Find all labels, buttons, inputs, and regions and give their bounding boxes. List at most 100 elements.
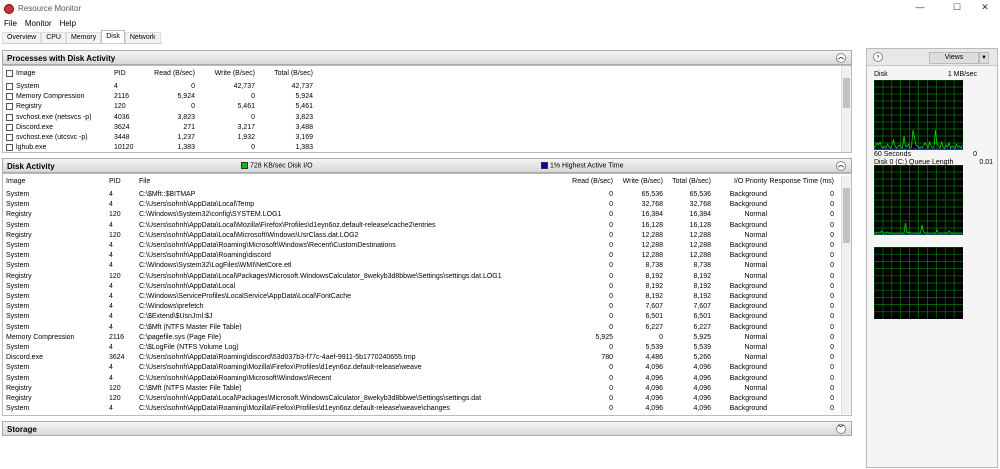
time-label: 60 Seconds: [874, 151, 911, 158]
tab-overview[interactable]: Overview: [2, 32, 42, 43]
row-checkbox[interactable]: [6, 83, 13, 90]
col-io-priority[interactable]: I/O Priority: [715, 177, 767, 187]
cell-image: System: [6, 344, 30, 351]
table-row[interactable]: Registry 120 0 5,461 5,461: [3, 102, 843, 112]
col-response-time[interactable]: Response Time (ms): [769, 177, 834, 187]
tab-disk[interactable]: Disk: [101, 30, 125, 43]
cell-file: C:\Users\sohnh\AppData\Roaming\Mozilla\F…: [139, 364, 422, 372]
table-row[interactable]: System 4 C:\Windows\prefetch 0 7,607 7,607 Bac…: [3, 302, 843, 312]
table-row[interactable]: System 4 C:\Windows\ServiceProfiles\LocalS…: [3, 292, 843, 302]
scrollbar[interactable]: [841, 66, 851, 152]
cell-file: C:\Users\sohnh\AppData\Roaming\Mozilla\F…: [139, 405, 450, 413]
cell-image: Discord.exe: [16, 123, 53, 131]
views-dropdown-icon[interactable]: ▼: [979, 52, 989, 64]
cell-read: 0: [609, 231, 613, 239]
disk-activity-section-header[interactable]: Disk Activity 728 KB/sec Disk I/O 1% Hig…: [2, 158, 852, 173]
col-write[interactable]: Write (B/sec): [203, 69, 255, 79]
col-pid[interactable]: PID: [114, 69, 126, 79]
cell-read: 0: [609, 201, 613, 209]
col-image[interactable]: Image: [16, 69, 35, 79]
row-checkbox[interactable]: [6, 144, 13, 152]
row-checkbox[interactable]: [6, 103, 13, 111]
col-pid[interactable]: PID: [109, 177, 121, 187]
maximize-button[interactable]: ☐: [942, 2, 972, 16]
cell-image: System: [6, 262, 30, 270]
col-total[interactable]: Total (B/sec): [661, 177, 711, 187]
table-row[interactable]: System 4 C:\Users\sohnh\AppData\Local 0 8,19…: [3, 282, 843, 292]
table-row[interactable]: System 4 C:\Users\sohnh\AppData\Roaming\Mi…: [3, 374, 843, 384]
row-checkbox[interactable]: [6, 123, 13, 131]
col-image[interactable]: Image: [6, 177, 25, 187]
table-row[interactable]: System 4 C:\Users\sohnh\AppData\Roaming\Mo…: [3, 404, 843, 414]
menu-monitor[interactable]: Monitor: [25, 19, 52, 28]
cell-io-priority: Normal: [744, 262, 767, 270]
table-row[interactable]: System 4 C:\Users\sohnh\AppData\Local\Temp…: [3, 200, 843, 210]
cell-total: 4,096: [693, 405, 711, 413]
cell-write: 16,384: [641, 211, 663, 219]
cell-response-time: 0: [830, 231, 834, 239]
disk-graph: [874, 80, 963, 150]
table-row[interactable]: System 4 0 42,737 42,737: [3, 82, 843, 92]
menu-help[interactable]: Help: [60, 19, 76, 28]
cell-read: 0: [609, 242, 613, 249]
col-total[interactable]: Total (B/sec): [261, 69, 313, 79]
cell-pid: 3448: [114, 134, 130, 141]
table-row[interactable]: svchost.exe (netsvcs -p) 4036 3,823 0 3,…: [3, 113, 843, 123]
collapse-panel-icon[interactable]: ›: [873, 52, 883, 62]
cell-file: C:\Users\sohnh\AppData\Roaming\discord\5…: [139, 354, 416, 362]
minimize-button[interactable]: —: [905, 2, 935, 16]
processes-section-header[interactable]: Processes with Disk Activity ︿: [2, 50, 852, 65]
table-row[interactable]: Registry 120 C:\Users\sohnh\AppData\Local\…: [3, 272, 843, 282]
col-write[interactable]: Write (B/sec): [613, 177, 663, 187]
views-button[interactable]: Views: [929, 52, 979, 64]
cell-write: 16,128: [641, 221, 663, 229]
table-row[interactable]: Registry 120 C:\$Mft (NTFS Master File Tab…: [3, 384, 843, 394]
table-row[interactable]: Discord.exe 3624 C:\Users\sohnh\AppData\Ro…: [3, 353, 843, 363]
table-row[interactable]: System 4 C:\Windows\System32\LogFiles\WMI\…: [3, 261, 843, 271]
expand-icon[interactable]: ﹀: [836, 424, 846, 434]
table-row[interactable]: Memory Compression 2116 5,924 0 5,924: [3, 92, 843, 102]
cell-image: Registry: [6, 395, 32, 402]
cell-io-priority: Background: [729, 201, 767, 209]
collapse-icon[interactable]: ︿: [836, 53, 846, 63]
table-row[interactable]: System 4 C:\$Mft::$BITMAP 0 65,536 65,536 Back…: [3, 190, 843, 200]
table-row[interactable]: System 4 C:\$LogFile (NTFS Volume Log) 0 5,5…: [3, 343, 843, 353]
table-row[interactable]: Registry 120 C:\Users\sohnh\AppData\Local\…: [3, 231, 843, 241]
table-row[interactable]: Discord.exe 3624 271 3,217 3,488: [3, 123, 843, 133]
cell-response-time: 0: [830, 313, 834, 321]
scrollbar[interactable]: [841, 176, 851, 414]
row-checkbox[interactable]: [6, 93, 13, 101]
table-row[interactable]: System 4 C:\Users\sohnh\AppData\Roaming\di…: [3, 251, 843, 261]
tab-cpu[interactable]: CPU: [41, 32, 66, 43]
table-row[interactable]: svchost.exe (utcsvc -p) 3448 1,237 1,932…: [3, 133, 843, 143]
table-row[interactable]: lghub.exe 10120 1,383 0 1,383: [3, 143, 843, 153]
select-all-checkbox[interactable]: [6, 70, 13, 77]
table-row[interactable]: Registry 120 C:\Users\sohnh\AppData\Local\…: [3, 394, 843, 404]
table-row[interactable]: System 4 C:\Users\sohnh\AppData\Roaming\Mo…: [3, 363, 843, 373]
col-file[interactable]: File: [139, 177, 150, 187]
storage-section-header[interactable]: Storage ﹀: [2, 421, 852, 436]
cell-file: C:\$Extend\$UsnJrnl:$J: [139, 313, 213, 321]
close-button[interactable]: ✕: [970, 2, 1000, 16]
row-checkbox[interactable]: [6, 134, 13, 141]
collapse-icon[interactable]: ︿: [836, 161, 846, 171]
tab-network[interactable]: Network: [124, 32, 161, 43]
menu-file[interactable]: File: [4, 19, 17, 28]
table-row[interactable]: System 4 C:\$Extend\$UsnJrnl:$J 0 6,501 6,501…: [3, 312, 843, 322]
cell-read: 0: [609, 374, 613, 382]
cell-response-time: 0: [830, 191, 834, 198]
cell-write: 1,932: [237, 134, 255, 141]
row-checkbox[interactable]: [6, 113, 13, 121]
tab-memory[interactable]: Memory: [65, 32, 102, 43]
cell-read: 0: [191, 103, 195, 111]
table-row[interactable]: System 4 C:\Users\sohnh\AppData\Local\Mozi…: [3, 221, 843, 231]
col-read[interactable]: Read (B/sec): [143, 69, 195, 79]
cell-io-priority: Normal: [744, 231, 767, 239]
table-row[interactable]: System 4 C:\Users\sohnh\AppData\Roaming\Mi…: [3, 241, 843, 251]
col-read[interactable]: Read (B/sec): [563, 177, 613, 187]
cell-total: 6,501: [693, 313, 711, 321]
cell-pid: 3624: [109, 354, 125, 362]
table-row[interactable]: Memory Compression 2116 C:\pagefile.sys (P…: [3, 333, 843, 343]
table-row[interactable]: System 4 C:\$Mft (NTFS Master File Table) 0…: [3, 323, 843, 333]
table-row[interactable]: Registry 120 C:\Windows\System32\config\SY…: [3, 210, 843, 220]
